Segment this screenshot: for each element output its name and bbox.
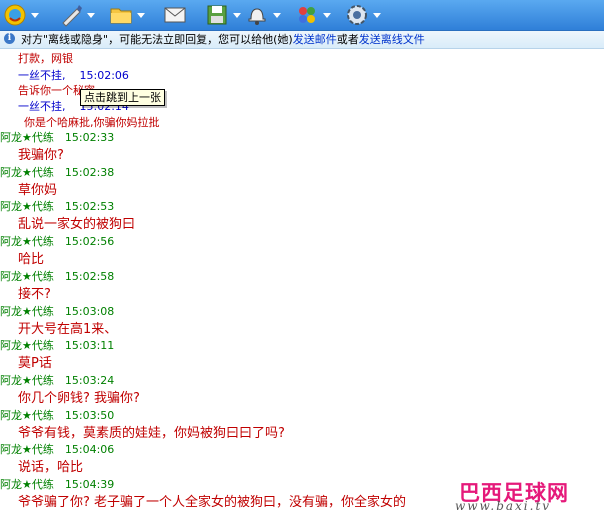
chat-header: 阿龙★代练 15:03:24 [0,372,114,388]
send-offline-file-link[interactable]: 发送离线文件 [359,33,425,46]
save-icon [204,2,230,28]
chat-message: 爷爷有钱，莫素质的娃娃，你妈被狗曰曰了吗? [18,426,285,441]
bell-button[interactable] [244,1,281,29]
chat-header: 阿龙★代练 15:04:39 [0,476,114,492]
chat-header: 阿龙★代练 15:04:06 [0,441,114,457]
sender-name: 阿龙★代练 [0,131,54,144]
chat-header: 阿龙★代练 15:03:50 [0,407,114,423]
chat-header: 阿龙★代练 15:03:08 [0,303,114,319]
message-time: 15:02:58 [64,270,115,283]
toolbar [0,0,604,31]
qq-button[interactable] [2,1,39,29]
sender-name: 阿龙★代练 [0,305,54,318]
chat-header: 阿龙★代练 15:02:38 [0,164,114,180]
info-icon: i [4,33,15,44]
sender-name: 阿龙★代练 [0,409,54,422]
mail-button[interactable] [162,1,188,29]
chat-message: 接不? [18,287,51,302]
chat-message: 开大号在高1来、 [18,322,118,337]
tooltip: 点击跳到上一张 [80,89,165,106]
sender-name: 阿龙★代练 [0,443,54,456]
chat-header: 阿龙★代练 15:02:33 [0,129,114,145]
message-time: 15:03:24 [64,374,115,387]
sender-name: 阿龙★代练 [0,200,54,213]
sender-name: 阿龙★代练 [0,339,54,352]
chat-message: 说话，哈比 [18,460,84,475]
chat-message: 你是个哈麻批,你骗你妈拉批 [24,116,160,129]
message-time: 15:02:56 [64,235,115,248]
watermark: 巴西足球网 www.baxi.tv [455,477,603,515]
chat-header: 阿龙★代练 15:02:53 [0,198,114,214]
chat-history[interactable]: 打款，网银 一丝不挂, 15:02:06 告诉你一个秘密 一丝不挂, 15:02:1… [0,49,604,516]
sender-name: 阿龙★代练 [0,235,54,248]
message-time: 15:03:50 [64,409,115,422]
watermark-url: www.baxi.tv [455,499,552,513]
info-text: 对方"离线或隐身"，可能无法立即回复，您可以给他(她)发送邮件或者发送离线文件 [21,33,425,46]
sender-name: 阿龙★代练 [0,270,54,283]
message-time: 15:02:38 [64,166,115,179]
message-time: 15:04:39 [64,478,115,491]
chat-message: 哈比 [18,252,45,267]
chat-header: 阿龙★代练 15:02:56 [0,233,114,249]
message-time: 15:03:08 [64,305,115,318]
sender-name: 阿龙★代练 [0,374,54,387]
message-time: 15:03:11 [64,339,115,352]
chat-message: 打款，网银 [18,52,73,65]
chat-header: 阿龙★代练 15:02:58 [0,268,114,284]
pen-icon [58,2,84,28]
apps-icon [294,2,320,28]
chat-message: 草你妈 [18,183,58,198]
folder-icon [108,2,134,28]
offline-info-bar: i 对方"离线或隐身"，可能无法立即回复，您可以给他(她)发送邮件或者发送离线文… [0,31,604,49]
chat-message: 我骗你? [18,148,64,163]
sender-name: 阿龙★代练 [0,478,54,491]
chat-message: 莫P话 [18,356,52,371]
pen-button[interactable] [58,1,95,29]
folder-button[interactable] [108,1,145,29]
chat-header: 阿龙★代练 15:03:11 [0,337,114,353]
message-time: 15:04:06 [64,443,115,456]
message-time: 15:02:53 [64,200,115,213]
chat-message: 你几个卵钱? 我骗你? [18,391,140,406]
settings-button[interactable] [344,1,381,29]
save-button[interactable] [204,1,241,29]
chat-header: 一丝不挂, 15:02:06 [18,69,129,82]
bell-icon [244,2,270,28]
chat-message: 爷爷骗了你? 老子骗了一个人全家女的被狗曰，没有骗，你全家女的 [18,495,407,510]
mail-icon [162,2,188,28]
message-time: 15:02:33 [64,131,115,144]
apps-button[interactable] [294,1,331,29]
send-mail-link[interactable]: 发送邮件 [293,33,337,46]
gear-icon [344,2,370,28]
chat-message: 乱说一家女的被狗曰 [18,217,136,232]
qq-icon [2,2,28,28]
sender-name: 阿龙★代练 [0,166,54,179]
